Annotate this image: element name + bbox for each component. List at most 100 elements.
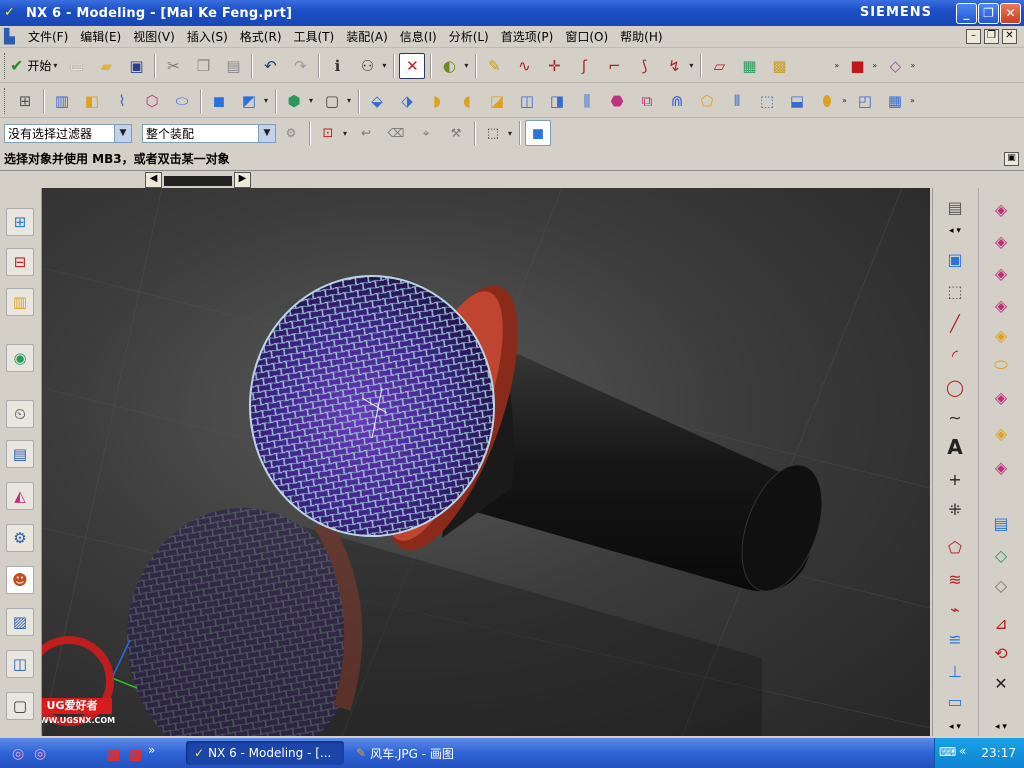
sew-icon[interactable]: ⬮: [814, 88, 840, 114]
rectangle-curve-icon[interactable]: ▱: [706, 53, 732, 79]
binoculars-icon[interactable]: ⚇: [354, 53, 380, 79]
eraser-icon[interactable]: ⌫: [383, 120, 409, 146]
sweep-icon[interactable]: ⌇: [109, 88, 135, 114]
toolbar-overflow-icon[interactable]: »: [872, 61, 880, 70]
view-right-icon[interactable]: ◈: [987, 260, 1015, 286]
web-browser-icon[interactable]: ◫: [6, 650, 34, 678]
graphics-window[interactable]: UG爱好者 WWW.UGSNX.COM: [42, 188, 930, 736]
part-navigator-icon[interactable]: ▥: [6, 288, 34, 316]
cylinder-icon[interactable]: ⬭: [169, 88, 195, 114]
wcs-rotate-icon[interactable]: ⟲: [987, 640, 1015, 666]
dropdown-icon[interactable]: ▾: [309, 96, 317, 105]
doc-minimize-button[interactable]: –: [966, 29, 981, 44]
polygon-icon[interactable]: ⬠: [941, 534, 969, 560]
datum-csys-icon[interactable]: ⬚: [941, 278, 969, 304]
dropdown-icon[interactable]: ▾: [382, 61, 390, 70]
sketch-icon[interactable]: ✎: [481, 53, 507, 79]
render-style-icon[interactable]: ◐: [436, 53, 462, 79]
taskbar-item-nx[interactable]: ✓ NX 6 - Modeling - [...: [186, 741, 344, 765]
quick-launch-overflow-icon[interactable]: »: [148, 743, 155, 757]
part-navigator-icon[interactable]: ⊞: [12, 88, 38, 114]
extrude-icon[interactable]: ▥: [49, 88, 75, 114]
fillet-curve-icon[interactable]: ⌐: [601, 53, 627, 79]
shell-icon[interactable]: ◪: [484, 88, 510, 114]
pad-icon[interactable]: ⬙: [364, 88, 390, 114]
view-trimetric-icon[interactable]: ◈: [987, 454, 1015, 480]
toolbar-overflow-icon[interactable]: »: [834, 61, 842, 70]
assembly-navigator-icon[interactable]: ⊞: [6, 208, 34, 236]
new-file-icon[interactable]: ▭: [63, 53, 89, 79]
split-body-icon[interactable]: ⬠: [694, 88, 720, 114]
helix-icon[interactable]: ≋: [941, 566, 969, 592]
keyboard-icon[interactable]: ⌨: [939, 745, 956, 759]
view-bottom-icon[interactable]: ◈: [987, 292, 1015, 318]
section-curve-icon[interactable]: ▭: [941, 688, 969, 714]
assembly-scope-dropdown[interactable]: 整个装配 ▼: [142, 123, 276, 143]
dropdown-icon[interactable]: ▾: [264, 96, 272, 105]
toolbar-dropdown-icon[interactable]: ◂ ▾: [987, 714, 1015, 740]
dropdown-icon[interactable]: ▾: [347, 96, 355, 105]
extend-curve-icon[interactable]: ʃ: [571, 53, 597, 79]
type-filter-dropdown[interactable]: 没有选择过滤器 ▼: [4, 123, 132, 143]
reuse-library-icon[interactable]: ◉: [6, 344, 34, 372]
copy-icon[interactable]: ❐: [190, 53, 216, 79]
fit-view-icon[interactable]: ✕: [399, 52, 426, 79]
view-cylinder-icon[interactable]: ⬭: [987, 352, 1015, 378]
view-top-icon[interactable]: ◈: [987, 196, 1015, 222]
red-cube-icon[interactable]: ■: [844, 53, 870, 79]
system-materials-icon[interactable]: ▤: [6, 440, 34, 468]
menu-info[interactable]: 信息(I): [394, 28, 443, 45]
snap-grid-icon[interactable]: ⌖: [413, 120, 439, 146]
arrow-select-icon[interactable]: ↩: [353, 120, 379, 146]
text-icon[interactable]: A: [941, 434, 969, 460]
filter-settings-icon[interactable]: ⚙: [278, 120, 304, 146]
wcs-origin-icon[interactable]: ⊿: [987, 610, 1015, 636]
save-icon[interactable]: ▣: [123, 53, 149, 79]
law-curve-icon[interactable]: ⌁: [941, 596, 969, 622]
toolbar-overflow-icon[interactable]: »: [910, 96, 918, 105]
maximize-button[interactable]: ❐: [978, 3, 999, 24]
datum-plane-icon[interactable]: ⬢: [281, 88, 307, 114]
menu-analysis[interactable]: 分析(L): [443, 28, 495, 45]
minimize-button[interactable]: _: [956, 3, 977, 24]
wcs-orient-icon[interactable]: ✕: [987, 670, 1015, 696]
circle-icon[interactable]: ◯: [941, 374, 969, 400]
doc-restore-button[interactable]: ❐: [984, 29, 999, 44]
trim-body-icon[interactable]: ⋒: [664, 88, 690, 114]
scroll-right-button[interactable]: ▶: [234, 172, 251, 188]
draft-icon[interactable]: ◫: [514, 88, 540, 114]
view-back-icon[interactable]: ◈: [987, 384, 1015, 410]
arc-icon[interactable]: ◜: [941, 342, 969, 368]
menu-window[interactable]: 窗口(O): [559, 28, 614, 45]
import-icon[interactable]: ▣: [941, 246, 969, 272]
manufacturing-wizard-icon[interactable]: ⚙: [6, 524, 34, 552]
chevron-down-icon[interactable]: ▼: [114, 124, 131, 142]
layer-visible-icon[interactable]: ◇: [987, 542, 1015, 568]
cut-icon[interactable]: ✂: [160, 53, 186, 79]
offset-curve-icon[interactable]: ≌: [941, 626, 969, 652]
spline-icon[interactable]: ∼: [941, 404, 969, 430]
edge-blend-icon[interactable]: ◗: [424, 88, 450, 114]
roles-icon[interactable]: ☻: [6, 566, 34, 594]
quick-launch-icon[interactable]: ◎: [12, 746, 24, 762]
select-tool-icon[interactable]: ⚒: [443, 120, 469, 146]
project-icon[interactable]: ⊥: [941, 658, 969, 684]
layer-settings-icon[interactable]: ▤: [987, 510, 1015, 536]
menu-tools[interactable]: 工具(T): [288, 28, 341, 45]
offset-curve-icon[interactable]: ⟆: [631, 53, 657, 79]
system-scenes-icon[interactable]: ▨: [6, 608, 34, 636]
scroll-thumb[interactable]: [164, 176, 232, 186]
view-front-icon[interactable]: ◈: [987, 228, 1015, 254]
menu-preferences[interactable]: 首选项(P): [495, 28, 560, 45]
menu-file[interactable]: 文件(F): [22, 28, 74, 45]
scale-body-icon[interactable]: ⬚: [754, 88, 780, 114]
window-titlebar[interactable]: ✓ NX 6 - Modeling - [Mai Ke Feng.prt] SI…: [0, 0, 1024, 26]
history-icon[interactable]: ⏲: [6, 400, 34, 428]
surface-patch-icon[interactable]: ◇: [882, 53, 908, 79]
freeform-surface-icon[interactable]: ◰: [852, 88, 878, 114]
palette-icon[interactable]: ▢: [6, 692, 34, 720]
view-list-icon[interactable]: ▤: [941, 194, 969, 220]
info-icon[interactable]: ℹ: [324, 53, 350, 79]
chamfer-icon[interactable]: ◖: [454, 88, 480, 114]
point-icon[interactable]: +: [941, 466, 969, 492]
